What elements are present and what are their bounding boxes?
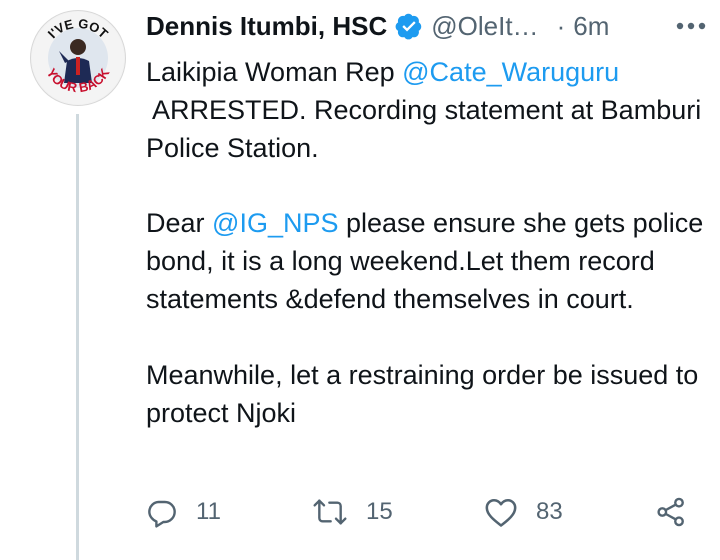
like-button[interactable]: 83 [484, 492, 563, 532]
retweet-count: 15 [366, 498, 393, 525]
avatar[interactable]: I'VE GOT YOUR BACK [30, 10, 126, 106]
thread-line [76, 114, 79, 560]
reply-icon [148, 500, 176, 528]
author-handle[interactable]: @OleIt… [431, 11, 538, 42]
avatar-column: I'VE GOT YOUR BACK [30, 10, 126, 560]
tweet-text-segment: Laikipia Woman Rep [146, 57, 403, 87]
share-button[interactable] [654, 492, 688, 532]
tweet-text-segment: ARRESTED. Recording statement at Bamburi… [146, 94, 702, 163]
reply-count: 11 [196, 498, 221, 525]
retweet-button[interactable]: 15 [312, 492, 393, 532]
tweet-text: Laikipia Woman Rep @Cate_Waruguru ARRESTE… [146, 54, 706, 432]
like-count: 83 [536, 498, 563, 525]
verified-badge-icon [395, 13, 422, 40]
retweet-icon [313, 499, 347, 525]
author-name[interactable]: Dennis Itumbi, HSC [146, 11, 387, 42]
tweet-header: Dennis Itumbi, HSC @OleIt… · 6m [146, 6, 706, 46]
share-icon [657, 497, 684, 527]
reply-button[interactable]: 11 [146, 492, 221, 532]
separator-dot: · [556, 10, 566, 41]
more-icon [676, 22, 706, 30]
more-button[interactable] [676, 6, 706, 46]
like-icon [485, 498, 517, 527]
avatar-image: I'VE GOT YOUR BACK [32, 12, 124, 104]
action-bar: 11 15 83 [146, 492, 691, 532]
tweet-paragraph-2: Dear @IG_NPS please ensure she gets poli… [146, 205, 706, 318]
tweet-paragraph-3: Meanwhile, let a restraining order be is… [146, 359, 699, 428]
mention-link[interactable]: @IG_NPS [212, 208, 338, 238]
tweet-paragraph-1: Laikipia Woman Rep @Cate_Waruguru ARRESTE… [146, 54, 706, 167]
mention-link[interactable]: @Cate_Waruguru [402, 57, 619, 87]
tweet-text-segment: Dear [146, 208, 213, 239]
timestamp[interactable]: 6m [573, 11, 609, 42]
